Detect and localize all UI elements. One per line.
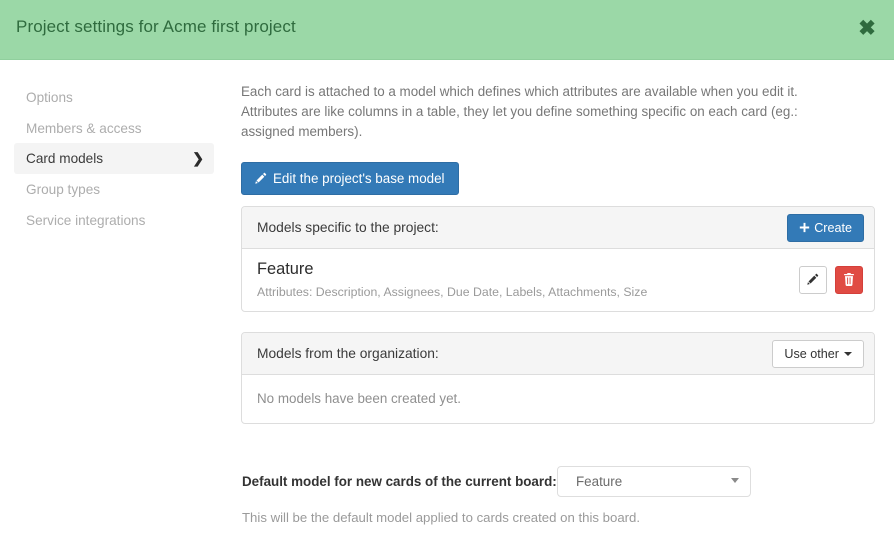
org-models-panel: Models from the organization: Use other … — [241, 332, 875, 424]
sidebar-item-label: Service integrations — [26, 213, 146, 228]
table-row: Feature Attributes: Description, Assigne… — [242, 249, 874, 311]
modal-header: Project settings for Acme first project … — [0, 0, 894, 60]
project-models-panel-title: Models specific to the project: — [257, 220, 439, 235]
pencil-icon — [806, 273, 819, 286]
default-model-select[interactable]: Feature — [557, 466, 751, 497]
model-attributes: Attributes: Description, Assignees, Due … — [257, 285, 648, 299]
sidebar-item-members-wrap: Members & access — [0, 113, 228, 144]
sidebar-item-card-models-wrap: Card models ❯ — [0, 143, 228, 174]
sidebar-item-card-models[interactable]: Card models ❯ — [14, 143, 214, 174]
project-models-panel: Models specific to the project: Create F… — [241, 206, 875, 312]
edit-model-button[interactable] — [798, 266, 827, 294]
model-row-actions — [798, 266, 863, 294]
sidebar-item-options[interactable]: Options — [14, 82, 214, 113]
model-name: Feature — [257, 260, 314, 278]
org-models-panel-header: Models from the organization: Use other — [242, 333, 874, 375]
pencil-icon — [254, 172, 267, 185]
sidebar-item-label: Group types — [26, 182, 101, 197]
sidebar-item-service-integrations[interactable]: Service integrations — [14, 205, 214, 236]
caret-down-icon — [844, 352, 852, 356]
use-other-label: Use other — [784, 347, 839, 361]
page-title: Project settings for Acme first project — [16, 17, 296, 36]
create-model-label: Create — [814, 221, 852, 235]
org-models-empty-message: No models have been created yet. — [257, 391, 461, 406]
intro-text: Each card is attached to a model which d… — [241, 84, 798, 139]
chevron-right-icon: ❯ — [192, 150, 204, 166]
sidebar-item-label: Options — [26, 90, 73, 105]
delete-model-button[interactable] — [835, 266, 863, 294]
create-model-button[interactable]: Create — [787, 214, 864, 242]
project-settings-modal: Project settings for Acme first project … — [0, 0, 894, 548]
sidebar-item-group-types-wrap: Group types — [0, 174, 228, 205]
sidebar-item-options-wrap: Options — [0, 82, 228, 113]
use-other-dropdown-button[interactable]: Use other — [772, 340, 864, 368]
org-models-panel-title: Models from the organization: — [257, 346, 439, 361]
plus-icon — [799, 222, 810, 233]
default-model-help-text: This will be the default model applied t… — [242, 510, 641, 525]
default-model-selected-value: Feature — [576, 474, 623, 489]
project-models-panel-header: Models specific to the project: Create — [242, 207, 874, 249]
settings-main-content: Each card is attached to a model which d… — [241, 60, 875, 548]
default-model-select-wrap: Feature — [557, 466, 751, 497]
edit-base-model-label: Edit the project's base model — [273, 171, 445, 186]
settings-sidebar: Options Members & access Card models ❯ G… — [0, 60, 228, 548]
sidebar-item-service-integrations-wrap: Service integrations — [0, 205, 228, 236]
close-icon[interactable]: ✖ — [856, 16, 878, 42]
default-model-label: Default model for new cards of the curre… — [242, 474, 557, 489]
trash-icon — [843, 273, 855, 286]
project-models-panel-body: Feature Attributes: Description, Assigne… — [242, 249, 874, 311]
sidebar-item-label: Members & access — [26, 121, 142, 136]
sidebar-item-group-types[interactable]: Group types — [14, 174, 214, 205]
org-models-panel-body: No models have been created yet. — [242, 375, 874, 423]
sidebar-item-members-access[interactable]: Members & access — [14, 113, 214, 144]
sidebar-item-label: Card models — [26, 151, 104, 166]
edit-base-model-button[interactable]: Edit the project's base model — [241, 162, 459, 195]
chevron-down-icon — [731, 478, 739, 483]
